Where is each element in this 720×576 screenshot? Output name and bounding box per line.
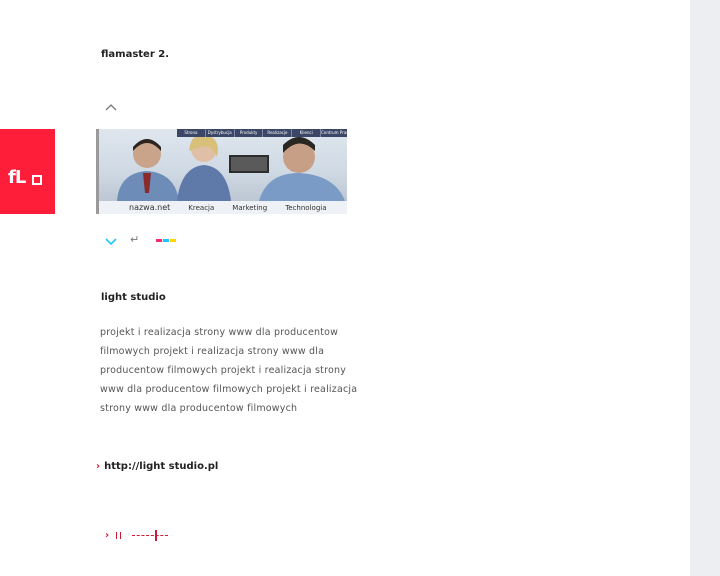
preview-photo-people [117,134,345,201]
color-swatch-magenta [156,239,162,242]
chevron-right-icon: › [96,461,101,472]
chevron-up-icon[interactable] [104,102,118,114]
preview-menu-item: Klienci [292,129,322,137]
preview-footer-brand: nazwa.net [129,203,171,212]
color-swatch-yellow [170,239,176,242]
logo-text: fL [8,167,26,188]
preview-controls: ↵ [104,233,204,247]
preview-footer-item: Marketing [232,203,268,212]
project-link[interactable]: › http://light studio.pl [96,461,218,472]
preview-footer-item: Kreacja [188,203,215,212]
player-progress-track[interactable] [132,535,168,536]
preview-menu-item: Centrum Prasowe [321,129,347,137]
site-title: flamaster 2. [101,49,170,60]
preview-menu-item: Realizacje [263,129,293,137]
preview-menu-item: Dystrybucja [206,129,235,137]
project-link-text[interactable]: http://light studio.pl [104,461,218,472]
media-player: › [105,530,185,542]
preview-photo [99,129,347,201]
preview-menu: Strona Dystrybucja Produkty Realizacje K… [177,129,347,137]
color-swatch-cyan [163,239,169,242]
project-description: projekt i realizacja strony www dla prod… [100,327,358,414]
preview-footer: nazwa.net Kreacja Marketing Technologia [99,201,347,214]
play-icon[interactable]: › [105,530,109,541]
logo-square-icon [32,175,42,185]
site-logo[interactable]: fL [0,129,55,214]
project-preview-image[interactable]: Strona Dystrybucja Produkty Realizacje K… [96,129,347,214]
chevron-down-icon[interactable] [104,235,118,247]
preview-menu-item: Produkty [235,129,264,137]
color-swatches[interactable] [156,239,177,242]
player-progress-knob[interactable] [155,530,157,541]
project-title: light studio [101,292,166,303]
preview-menu-item: Strona [177,129,206,137]
preview-footer-item: Technologia [285,203,327,212]
return-arrow-icon[interactable]: ↵ [130,233,139,246]
pause-icon[interactable] [116,532,121,539]
right-side-strip [690,0,720,576]
